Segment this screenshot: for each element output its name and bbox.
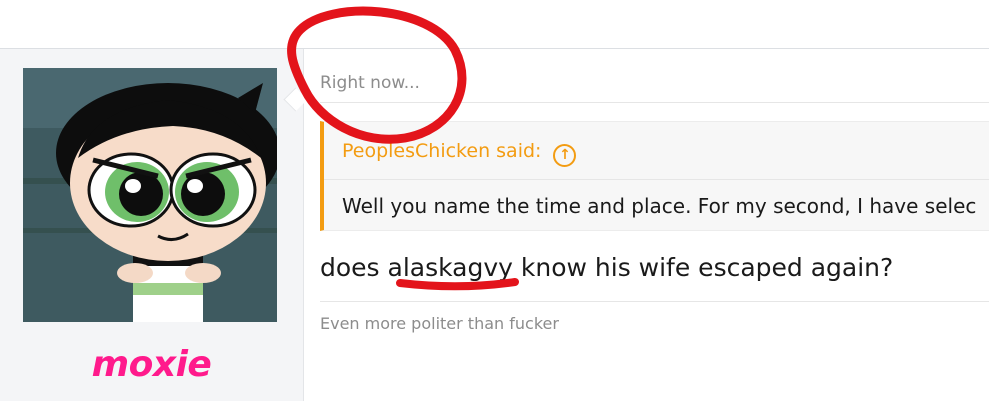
post-content: Right now... PeoplesChicken said: ↑ Well… — [304, 49, 989, 401]
forum-post: moxie Right now... PeoplesChicken said: … — [0, 48, 989, 401]
post-message: does alaskagvy know his wife escaped aga… — [320, 253, 894, 282]
user-sidebar: moxie — [0, 49, 304, 401]
quote-block: PeoplesChicken said: ↑ Well you name the… — [320, 121, 989, 231]
post-date[interactable]: Right now... — [320, 73, 420, 93]
divider — [320, 301, 989, 302]
avatar[interactable] — [23, 68, 277, 322]
quote-author[interactable]: PeoplesChicken said: ↑ — [342, 140, 577, 167]
username[interactable]: moxie — [0, 344, 303, 385]
signature: Even more politer than fucker — [320, 314, 559, 333]
avatar-image — [23, 68, 277, 322]
page-header-area — [0, 0, 989, 48]
quote-author-text: PeoplesChicken said: — [342, 140, 542, 162]
divider — [324, 179, 989, 180]
arrow-up-circle-icon[interactable]: ↑ — [553, 144, 577, 167]
divider — [320, 102, 989, 103]
quote-text: Well you name the time and place. For my… — [342, 194, 977, 218]
